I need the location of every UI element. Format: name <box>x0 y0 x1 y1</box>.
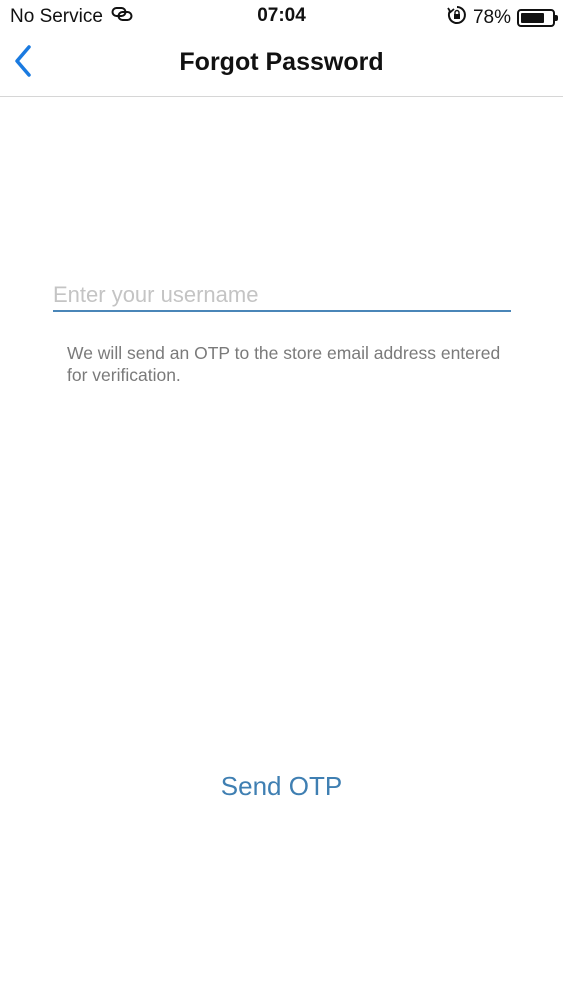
send-otp-button[interactable]: Send OTP <box>0 771 563 802</box>
help-text: We will send an OTP to the store email a… <box>67 343 501 385</box>
page-title: Forgot Password <box>179 48 384 76</box>
battery-icon <box>517 9 558 27</box>
nav-bar: Forgot Password <box>0 32 563 97</box>
battery-percent: 78% <box>472 7 511 28</box>
status-right: 78% <box>447 5 558 31</box>
rotation-lock-icon <box>447 5 467 31</box>
username-field <box>53 280 511 312</box>
username-input[interactable] <box>53 280 511 310</box>
battery-fill <box>521 13 545 23</box>
status-bar: No Service 07:04 78% <box>0 0 563 32</box>
